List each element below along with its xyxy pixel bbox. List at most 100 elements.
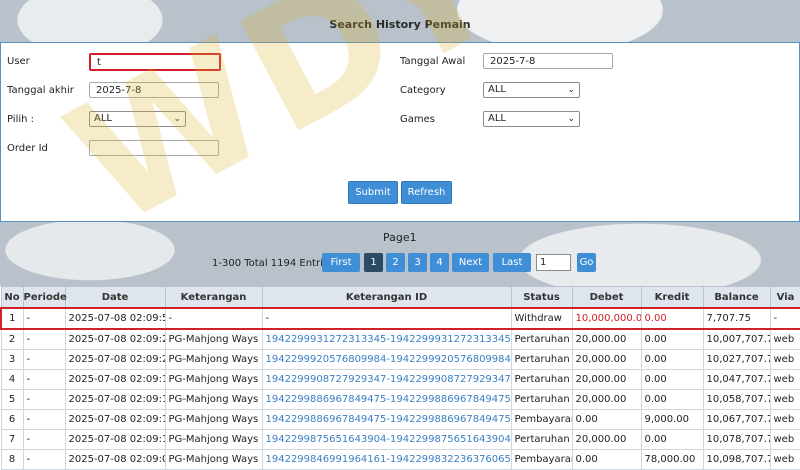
table-cell: Pertaruhan (510, 349, 573, 370)
table-cell[interactable]: 1942299908727929347-1942299908727929347-… (261, 369, 512, 390)
table-cell: PG-Mahjong Ways 2 (164, 369, 263, 390)
table-cell: PG-Mahjong Ways 2 (164, 349, 263, 370)
table-cell[interactable]: 1942299931272313345-1942299931272313345-… (261, 328, 512, 350)
table-cell: web (769, 369, 800, 390)
table-cell: 10,078,707.75 (702, 429, 771, 450)
table-cell: 9,000.00 (640, 409, 704, 430)
order-id-label: Order Id (7, 143, 48, 154)
pilih-select[interactable]: ALL ⌄ (89, 111, 186, 127)
col-header[interactable]: Kredit (640, 286, 704, 309)
table-cell: 2025-07-08 02:09:25 (64, 328, 166, 350)
table-row[interactable]: 3-2025-07-08 02:09:22 PG-Mahjong Ways 2 19… (0, 349, 800, 370)
tanggal-akhir-label: Tanggal akhir (7, 85, 74, 96)
table-cell: - (261, 307, 512, 330)
page-button-2[interactable]: 2 (386, 253, 405, 272)
first-page-button[interactable]: First (322, 253, 360, 272)
category-value: ALL (488, 84, 506, 95)
category-select[interactable]: ALL ⌄ (483, 82, 580, 98)
next-page-button[interactable]: Next (452, 253, 489, 272)
table-cell: 20,000.00 (571, 349, 642, 370)
table-cell: 6 (0, 409, 24, 430)
last-page-button[interactable]: Last (493, 253, 531, 272)
table-cell: 3 (0, 349, 24, 370)
user-input[interactable]: t (89, 53, 221, 71)
table-cell: Pembayaran (510, 409, 573, 430)
table-cell[interactable]: 1942299920576809984-1942299920576809984-… (261, 349, 512, 370)
table-cell: 10,098,707.75 (702, 449, 771, 470)
history-table: No Periode Date Keterangan Keterangan ID… (0, 286, 800, 470)
table-cell: Pertaruhan (510, 369, 573, 390)
refresh-button[interactable]: Refresh (401, 181, 452, 204)
table-row[interactable]: 6-2025-07-08 02:09:14 PG-Mahjong Ways 2 19… (0, 409, 800, 430)
table-cell: Pertaruhan (510, 429, 573, 450)
table-cell: 2025-07-08 02:09:04 (64, 449, 166, 470)
table-cell: 10,047,707.75 (702, 369, 771, 390)
page-button-3[interactable]: 3 (408, 253, 427, 272)
page-button-1[interactable]: 1 (364, 253, 383, 272)
table-cell: PG-Mahjong Ways 2 (164, 409, 263, 430)
col-header[interactable]: Balance (702, 286, 771, 309)
chevron-down-icon: ⌄ (567, 114, 575, 124)
games-value: ALL (488, 113, 506, 124)
table-cell: PG-Mahjong Ways 2 (164, 449, 263, 470)
go-button[interactable]: Go (577, 253, 596, 272)
table-cell[interactable]: 1942299886967849475-1942299886967849475-… (261, 409, 512, 430)
table-cell: - (22, 369, 66, 390)
table-row[interactable]: 8-2025-07-08 02:09:04 PG-Mahjong Ways 2 19… (0, 449, 800, 470)
table-cell: 0.00 (640, 349, 704, 370)
table-cell: - (22, 449, 66, 470)
table-cell: 4 (0, 369, 24, 390)
tanggal-awal-input[interactable]: 2025-7-8 (483, 53, 613, 69)
table-cell: 8 (0, 449, 24, 470)
table-cell: web (769, 429, 800, 450)
table-row[interactable]: 2-2025-07-08 02:09:25 PG-Mahjong Ways 2 19… (0, 328, 800, 350)
pilih-label: Pilih : (7, 114, 35, 125)
page-indicator: Page1 (383, 231, 417, 244)
table-cell: web (769, 349, 800, 370)
table-row[interactable]: 7-2025-07-08 02:09:11 PG-Mahjong Ways 2 19… (0, 429, 800, 450)
table-cell: - (22, 349, 66, 370)
table-cell[interactable]: 1942299846991964161-1942299832236376065-… (261, 449, 512, 470)
col-header[interactable]: Status (510, 286, 573, 309)
table-cell: - (769, 307, 800, 330)
table-cell[interactable]: 1942299875651643904-1942299875651643904-… (261, 429, 512, 450)
search-form: User t Tanggal Awal 2025-7-8 Tanggal akh… (0, 42, 800, 222)
table-row[interactable]: 4-2025-07-08 02:09:19 PG-Mahjong Ways 2 19… (0, 369, 800, 390)
chevron-down-icon: ⌄ (567, 85, 575, 95)
table-cell: - (22, 429, 66, 450)
table-row[interactable]: 1-2025-07-08 02:09:56- - Withdraw 10,000,00… (0, 307, 800, 330)
table-cell[interactable]: 1942299886967849475-1942299886967849475-… (261, 389, 512, 410)
table-cell: web (769, 389, 800, 410)
games-select[interactable]: ALL ⌄ (483, 111, 580, 127)
col-header[interactable]: Date (64, 286, 166, 309)
table-cell: 7 (0, 429, 24, 450)
table-cell: - (22, 409, 66, 430)
col-header[interactable]: No (0, 286, 24, 309)
col-header[interactable]: Keterangan ID (261, 286, 512, 309)
col-header[interactable]: Periode (22, 286, 67, 309)
table-cell: 0.00 (640, 328, 704, 350)
col-header[interactable]: Via (769, 286, 800, 309)
table-cell: 2025-07-08 02:09:22 (64, 349, 166, 370)
order-id-input[interactable] (89, 140, 219, 156)
tanggal-akhir-input[interactable]: 2025-7-8 (89, 82, 219, 98)
user-label: User (7, 56, 30, 67)
page-title: Search History Pemain (329, 18, 471, 31)
table-cell: web (769, 328, 800, 350)
table-cell: PG-Mahjong Ways 2 (164, 429, 263, 450)
page-button-4[interactable]: 4 (430, 253, 449, 272)
total-entries: 1-300 Total 1194 Entri (212, 258, 323, 269)
table-cell: 10,067,707.75 (702, 409, 771, 430)
submit-button[interactable]: Submit (348, 181, 398, 204)
table-cell: 10,000,000.00 (571, 307, 642, 330)
page-number-input[interactable]: 1 (536, 254, 571, 271)
col-header[interactable]: Keterangan (164, 286, 263, 309)
table-cell: 2025-07-08 02:09:14 (64, 389, 166, 410)
table-cell: web (769, 409, 800, 430)
table-row[interactable]: 5-2025-07-08 02:09:14 PG-Mahjong Ways 2 19… (0, 389, 800, 410)
table-cell: 0.00 (640, 369, 704, 390)
table-cell: 20,000.00 (571, 328, 642, 350)
col-header[interactable]: Debet (571, 286, 642, 309)
table-cell: web (769, 449, 800, 470)
table-cell: 20,000.00 (571, 369, 642, 390)
